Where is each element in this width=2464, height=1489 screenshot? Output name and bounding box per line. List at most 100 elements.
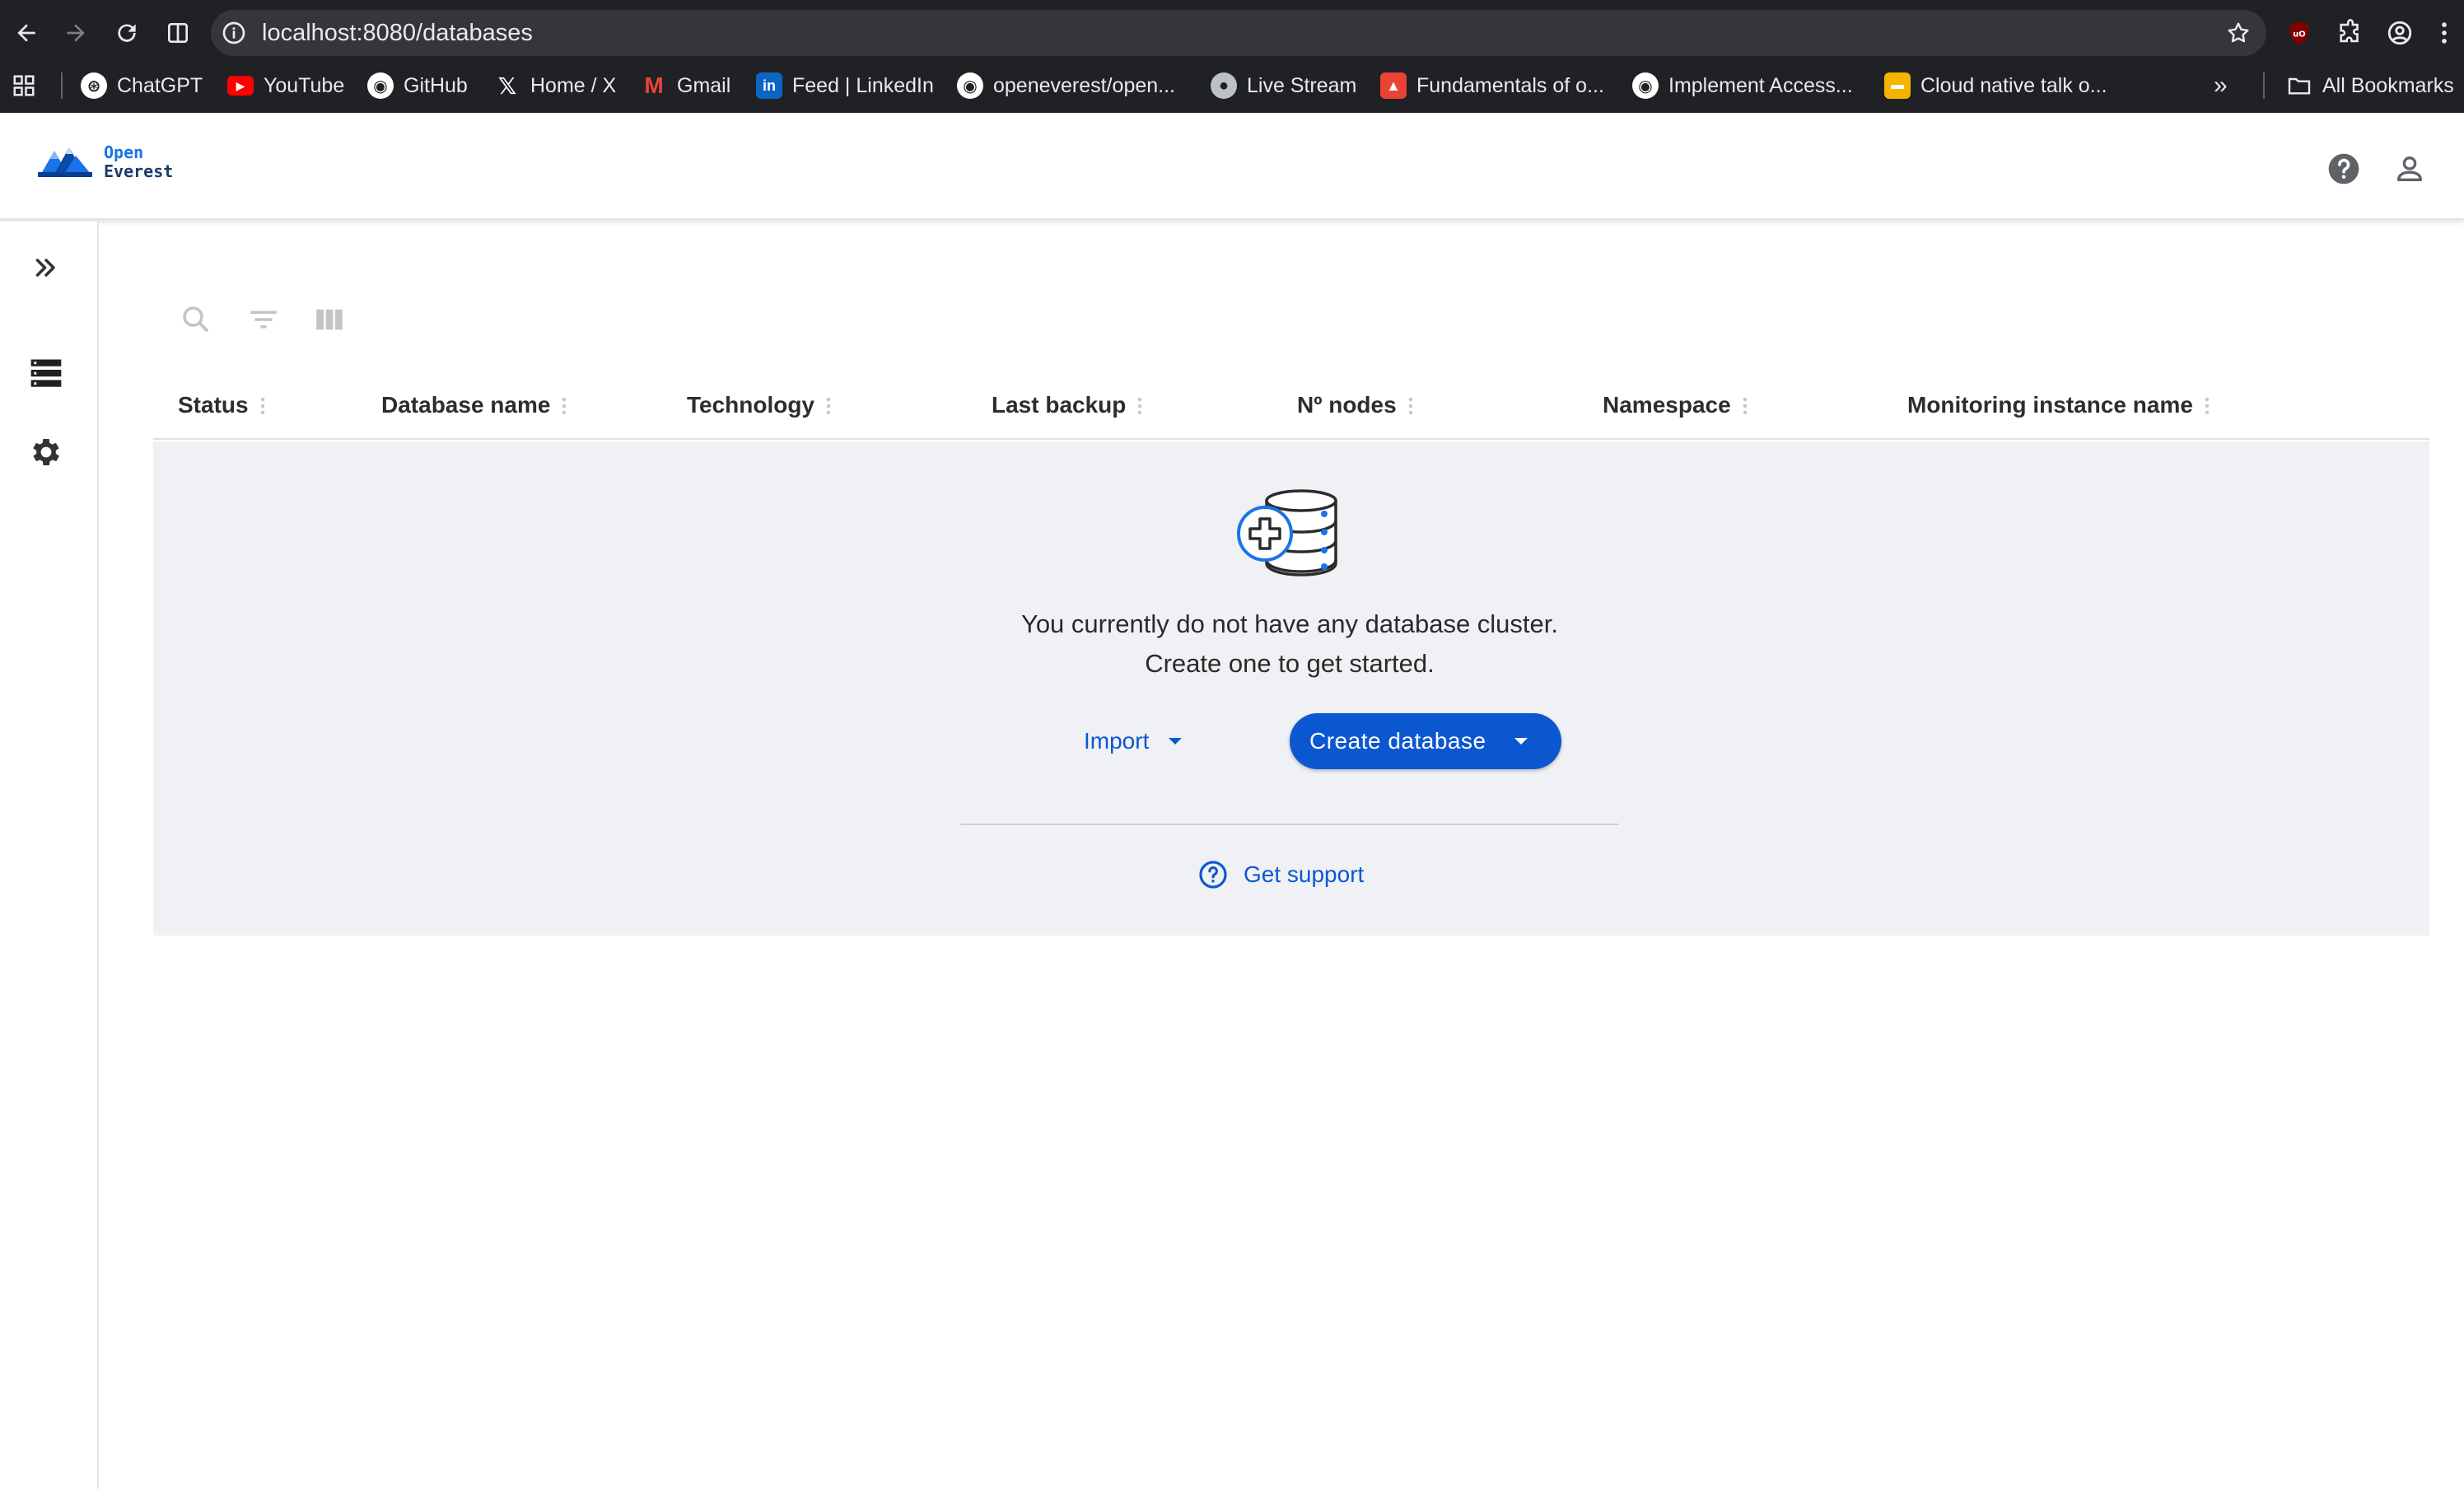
column-header-database-name[interactable]: Database name: [381, 371, 567, 440]
bookmark-cloud-native[interactable]: ▬ Cloud native talk o...: [1884, 61, 2107, 110]
bookmark-label: Fundamentals of o...: [1416, 73, 1604, 97]
column-label: Technology: [687, 392, 815, 418]
all-bookmarks[interactable]: All Bookmarks: [2286, 61, 2454, 110]
github-icon: ◉: [1632, 72, 1659, 99]
logo-line-1: Open: [104, 142, 144, 162]
github-icon: ◉: [957, 72, 983, 99]
column-label: Last backup: [992, 392, 1127, 418]
column-menu-icon[interactable]: [2204, 396, 2210, 414]
bookmark-openeverest[interactable]: ◉ openeverest/open...: [957, 61, 1175, 110]
bookmark-star-icon[interactable]: [2225, 20, 2252, 46]
column-label: Monitoring instance name: [1907, 392, 2193, 418]
forward-icon[interactable]: [56, 13, 96, 53]
column-menu-icon[interactable]: [1407, 396, 1413, 414]
bookmark-label: ChatGPT: [117, 73, 203, 97]
linkedin-icon: in: [756, 72, 782, 99]
empty-state-line-1: You currently do not have any database c…: [1020, 609, 1558, 638]
column-header-technology[interactable]: Technology: [687, 371, 832, 440]
column-label: Namespace: [1603, 392, 1731, 418]
x-icon: 𝕏: [497, 72, 517, 99]
bookmark-label: Feed | LinkedIn: [792, 73, 934, 97]
bookmark-x[interactable]: 𝕏 Home / X: [494, 61, 616, 110]
apps-grid-icon[interactable]: [12, 61, 36, 110]
openeverest-logo[interactable]: Open Everest: [36, 141, 173, 184]
column-label: Status: [178, 392, 249, 418]
globe-icon: ●: [1211, 72, 1237, 99]
column-header-last-backup[interactable]: Last backup: [992, 371, 1143, 440]
column-label: Database name: [381, 392, 551, 418]
sidebar: [0, 222, 99, 1489]
column-menu-icon[interactable]: [1137, 396, 1143, 414]
column-header-monitoring-instance[interactable]: Monitoring instance name: [1907, 371, 2210, 440]
fire-icon: ▲: [1380, 72, 1407, 99]
bookmark-live-stream[interactable]: ● Live Stream: [1211, 61, 1356, 110]
bookmark-github[interactable]: ◉ GitHub: [367, 61, 468, 110]
bookmark-label: Live Stream: [1247, 73, 1357, 97]
get-support-label: Get support: [1244, 861, 1365, 887]
column-header-status[interactable]: Status: [178, 371, 265, 440]
import-label: Import: [1084, 728, 1150, 754]
browser-menu-icon[interactable]: [2429, 13, 2459, 53]
gmail-icon: M: [644, 72, 664, 98]
create-database-button[interactable]: Create database: [1290, 713, 1561, 769]
import-button[interactable]: Import: [1084, 715, 1183, 768]
logo-text: Open Everest: [104, 143, 173, 181]
all-bookmarks-label: All Bookmarks: [2322, 73, 2454, 97]
more-bookmarks-icon[interactable]: »: [2214, 61, 2228, 110]
divider: [960, 824, 1619, 825]
column-menu-icon[interactable]: [562, 396, 567, 414]
expand-sidebar-icon[interactable]: [20, 241, 72, 294]
table-header: Status Database name Technology Last bac…: [153, 371, 2429, 440]
columns-icon[interactable]: [306, 296, 352, 343]
youtube-icon: ▶: [227, 76, 254, 96]
column-menu-icon[interactable]: [1742, 396, 1748, 414]
column-menu-icon[interactable]: [826, 396, 832, 414]
bookmark-label: YouTube: [264, 73, 345, 97]
bookmark-chatgpt[interactable]: ⊛ ChatGPT: [81, 61, 203, 110]
chevron-down-icon: [1514, 738, 1528, 744]
folder-icon: [2288, 77, 2311, 95]
databases-nav-icon[interactable]: [20, 347, 72, 399]
ublock-extension-icon[interactable]: uO: [2280, 13, 2319, 53]
user-account-icon[interactable]: [2390, 149, 2429, 189]
bookmark-label: Home / X: [530, 73, 617, 97]
browser-chrome: localhost:8080/databases uO ⊛ ChatGPT ▶ …: [0, 0, 2464, 113]
bookmark-youtube[interactable]: ▶ YouTube: [227, 61, 344, 110]
bookmark-linkedin[interactable]: in Feed | LinkedIn: [756, 61, 934, 110]
column-menu-icon[interactable]: [259, 396, 265, 414]
back-icon[interactable]: [7, 13, 46, 53]
help-icon[interactable]: [2324, 149, 2364, 189]
profile-icon[interactable]: [2380, 13, 2420, 53]
bookmark-label: Cloud native talk o...: [1920, 73, 2107, 97]
bookmarks-bar: ⊛ ChatGPT ▶ YouTube ◉ GitHub 𝕏 Home / X …: [0, 61, 2464, 110]
reload-icon[interactable]: [107, 13, 147, 53]
empty-state-line-2: Create one to get started.: [1145, 649, 1435, 678]
slides-icon: ▬: [1884, 72, 1911, 99]
logo-line-2: Everest: [104, 161, 174, 181]
bookmark-label: openeverest/open...: [993, 73, 1175, 97]
address-bar[interactable]: localhost:8080/databases: [211, 10, 2266, 56]
column-header-namespace[interactable]: Namespace: [1603, 371, 1748, 440]
column-header-nodes[interactable]: Nº nodes: [1297, 371, 1413, 440]
bookmark-implement-access[interactable]: ◉ Implement Access...: [1632, 61, 1853, 110]
chevron-down-icon: [1169, 738, 1183, 744]
create-database-label: Create database: [1309, 728, 1486, 754]
column-label: Nº nodes: [1297, 392, 1397, 418]
bookmark-fundamentals[interactable]: ▲ Fundamentals of o...: [1380, 61, 1604, 110]
site-info-icon[interactable]: [221, 20, 247, 46]
svg-text:uO: uO: [2293, 30, 2305, 39]
filter-icon[interactable]: [240, 296, 287, 343]
extensions-puzzle-icon[interactable]: [2331, 13, 2370, 53]
get-support-link[interactable]: Get support: [1197, 855, 1364, 894]
chatgpt-icon: ⊛: [81, 72, 107, 99]
help-circle-icon: [1199, 861, 1227, 889]
logo-mark-icon: [38, 147, 92, 177]
bookmark-label: GitHub: [404, 73, 468, 97]
app-header: Open Everest: [0, 113, 2464, 220]
settings-gear-icon[interactable]: [20, 426, 72, 478]
bookmark-label: Implement Access...: [1668, 73, 1853, 97]
database-add-illustration-icon: [1237, 489, 1337, 576]
bookmark-gmail[interactable]: M Gmail: [641, 61, 730, 110]
split-view-icon[interactable]: [158, 13, 198, 53]
search-icon[interactable]: [173, 296, 219, 343]
